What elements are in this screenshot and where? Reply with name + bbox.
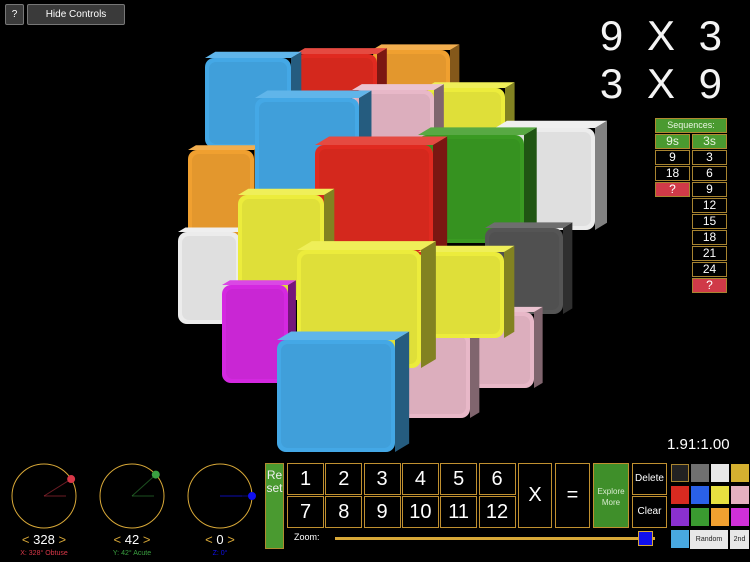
number-key[interactable]: 6 [478,463,516,495]
color-swatch[interactable] [671,508,689,526]
z-decrement-arrow[interactable]: < [205,532,213,547]
zoom-label: Zoom: [294,532,320,542]
x-increment-arrow[interactable]: > [58,532,66,547]
explore-more-button[interactable]: Explore More [593,463,629,528]
color-swatch[interactable] [671,486,689,504]
sequence-9s-cell: 9 [655,150,690,165]
y-rotation-dial[interactable] [96,460,168,532]
sequence-3s-cell: 3 [692,150,727,165]
color-swatch[interactable] [731,486,749,504]
number-key[interactable]: 7 [287,496,324,528]
sequence-3s-header: 3s [692,134,727,149]
sequences-title: Sequences: [655,118,727,133]
number-key[interactable]: 12 [478,496,516,528]
x-rotation-dial[interactable] [8,460,80,532]
times-button[interactable]: X [518,463,552,528]
number-key[interactable]: 4 [401,463,439,495]
y-angle-caption: Y: 42° Acute [112,550,152,557]
color-swatch[interactable] [711,486,729,504]
sequence-3s-cell: ? [692,278,727,293]
sequence-9s-cell: ? [655,182,690,197]
color-swatch[interactable] [671,530,689,548]
cube-piece-blue [277,331,410,452]
number-key[interactable]: 10 [401,496,439,528]
y-increment-arrow[interactable]: > [143,532,151,547]
number-key[interactable]: 3 [363,463,401,495]
ratio-readout: 1.91:1.00 [667,436,730,453]
sequence-3s-cell: 24 [692,262,727,277]
color-swatch[interactable] [711,464,729,482]
random-color-button[interactable]: Random [690,530,728,549]
y-angle-value: 42 [124,532,140,547]
number-key[interactable]: 1 [287,463,324,495]
z-angle-value: 0 [216,532,224,547]
equation-1: 9 X 3 [599,12,728,59]
color-swatch[interactable] [691,508,709,526]
equals-button[interactable]: = [555,463,590,528]
sequence-3s-cell: 15 [692,214,727,229]
color-swatch[interactable] [691,486,709,504]
color-swatch[interactable] [731,508,749,526]
z-rotation-dial[interactable] [184,460,256,532]
sequence-3s-cell: 6 [692,166,727,181]
equation-2: 3 X 9 [599,60,728,107]
clear-button[interactable]: Clear [632,496,667,528]
sequence-9s-header: 9s [655,134,690,149]
x-dial-handle [67,475,76,484]
z-increment-arrow[interactable]: > [227,532,235,547]
color-swatch[interactable] [711,508,729,526]
number-key[interactable]: 11 [440,496,478,528]
second-palette-button[interactable]: 2nd [730,530,749,549]
sequence-3s-cell: 9 [692,182,727,197]
color-swatch[interactable] [691,464,709,482]
sequence-3s-cell: 12 [692,198,727,213]
zoom-slider-thumb[interactable] [638,531,654,546]
z-dial-handle [248,492,256,500]
reset-button[interactable]: Reset [265,463,284,549]
y-dial-handle [151,470,160,479]
number-key[interactable]: 9 [363,496,401,528]
sequence-3s-cell: 21 [692,246,727,261]
color-swatch[interactable] [731,464,749,482]
z-angle-caption: Z: 0° [212,550,228,557]
zoom-slider[interactable] [335,537,655,540]
y-decrement-arrow[interactable]: < [114,532,122,547]
number-key[interactable]: 5 [440,463,478,495]
number-key[interactable]: 8 [325,496,363,528]
color-swatch[interactable] [671,464,689,482]
x-decrement-arrow[interactable]: < [22,532,30,547]
sequence-9s-cell: 18 [655,166,690,181]
x-angle-value: 328 [33,532,55,547]
delete-button[interactable]: Delete [632,463,667,495]
sequence-3s-cell: 18 [692,230,727,245]
x-angle-caption: X: 328° Obtuse [20,550,68,557]
number-key[interactable]: 2 [325,463,363,495]
